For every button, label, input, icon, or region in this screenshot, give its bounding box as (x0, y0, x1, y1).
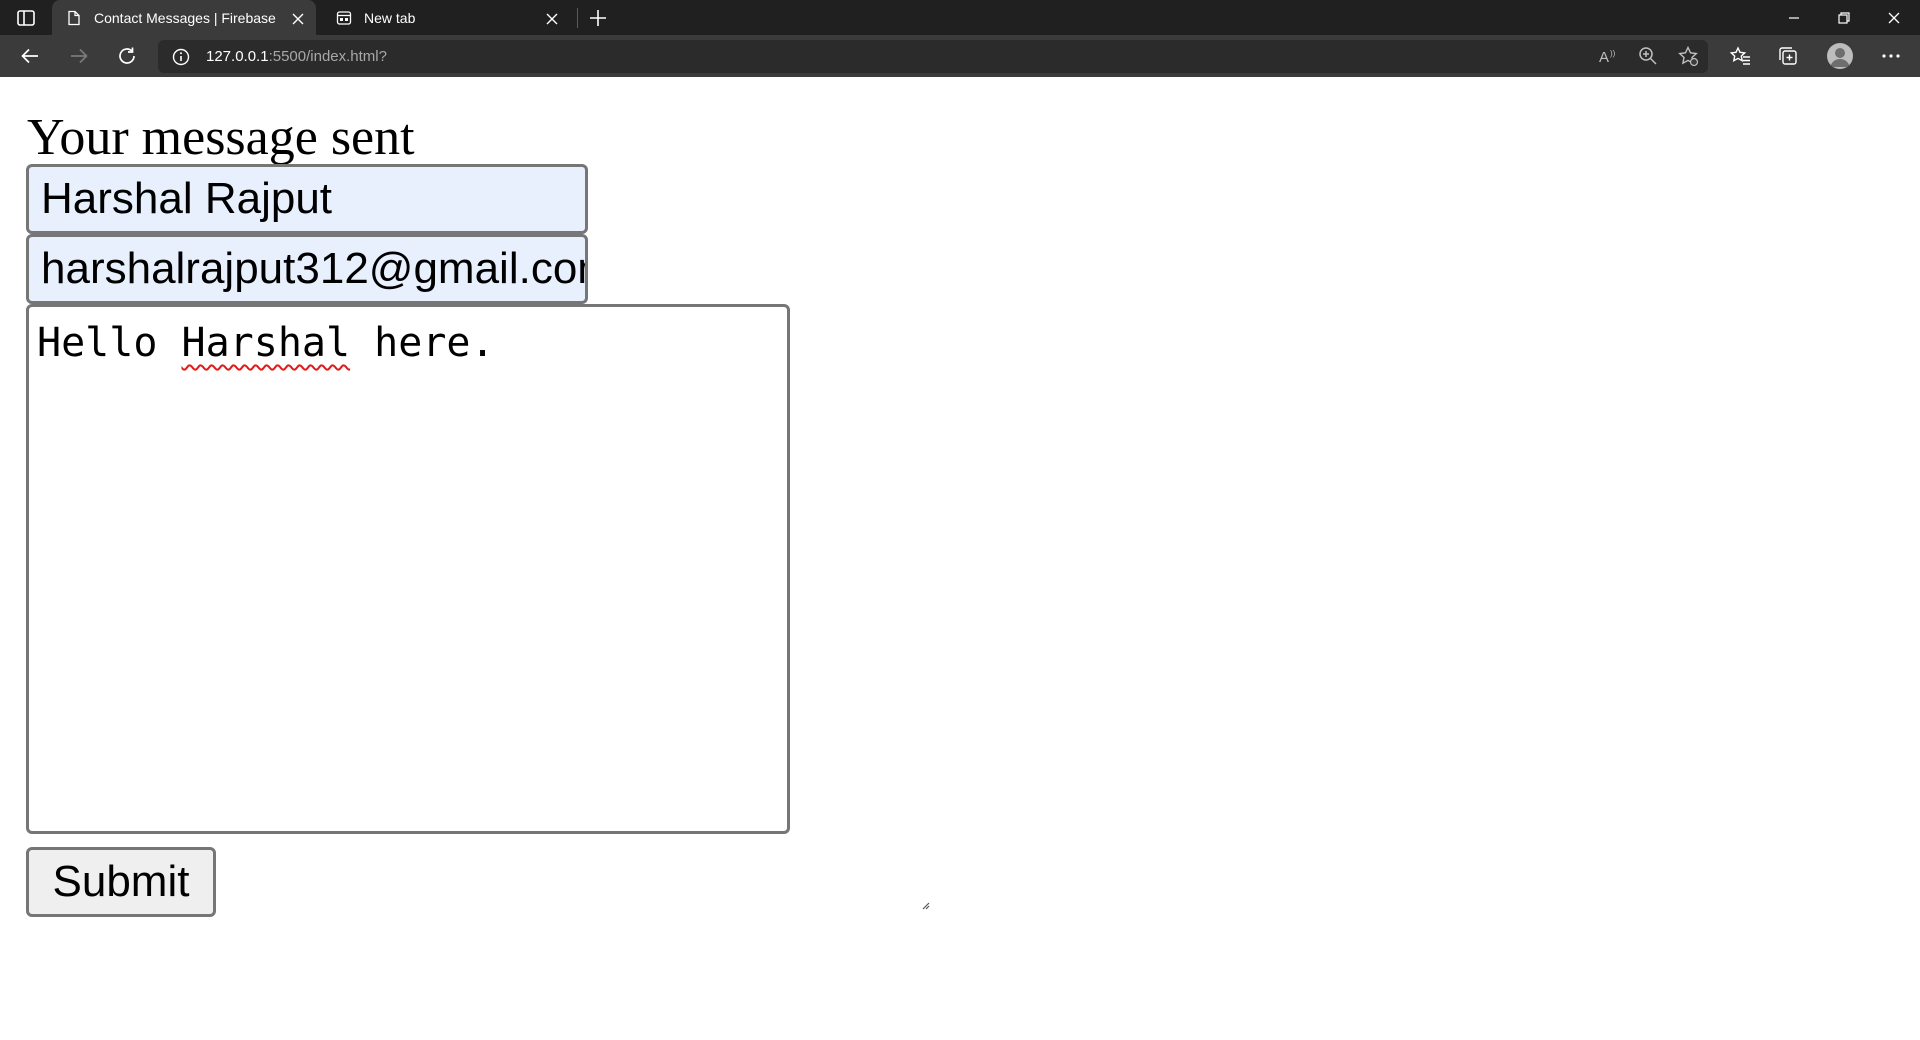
tab-contact-messages[interactable]: Contact Messages | Firebase (52, 0, 316, 35)
favorite-add-icon[interactable] (1677, 45, 1699, 67)
misspelled-word: Harshal (181, 320, 351, 366)
email-input[interactable]: harshalrajput312@gmail.com (26, 234, 588, 304)
url-path: :5500/index.html? (268, 48, 387, 65)
zoom-icon[interactable] (1637, 45, 1659, 67)
message-textarea[interactable]: Hello Harshal here. (26, 304, 929, 910)
close-tab-icon[interactable] (292, 12, 304, 24)
page-icon (66, 10, 82, 26)
url-host: 127.0.0.1 (206, 48, 269, 65)
svg-text:)): )) (1610, 49, 1616, 58)
message-text-start: Hello (37, 320, 182, 366)
more-menu-icon[interactable] (1880, 45, 1902, 67)
tab-title: Contact Messages | Firebase (94, 9, 276, 26)
tab-divider (577, 8, 578, 28)
address-bar[interactable]: 127.0.0.1:5500/index.html? (158, 40, 1708, 73)
back-arrow-icon[interactable] (19, 45, 41, 67)
tab-new-tab[interactable]: New tab (322, 0, 570, 35)
submit-button[interactable]: Submit (26, 847, 216, 917)
reload-icon[interactable] (116, 45, 138, 67)
page-content: Your message sent Harshal Rajput harshal… (0, 77, 1920, 1040)
message-text-end: here. (350, 320, 495, 366)
tab-title: New tab (364, 9, 416, 26)
close-tab-icon[interactable] (546, 12, 558, 24)
resize-grip-icon[interactable] (775, 819, 929, 910)
site-info-icon[interactable] (172, 48, 190, 66)
close-window-icon[interactable] (1886, 10, 1902, 26)
name-input[interactable]: Harshal Rajput (26, 164, 588, 234)
favorites-icon[interactable] (1729, 45, 1751, 67)
svg-text:A: A (1599, 49, 1609, 66)
forward-arrow-icon[interactable] (68, 45, 90, 67)
tab-strip: Contact Messages | Firebase New tab (0, 0, 1920, 35)
new-tab-page-icon (336, 10, 352, 26)
profile-avatar[interactable] (1827, 43, 1853, 69)
address-url[interactable]: 127.0.0.1:5500/index.html? (206, 47, 387, 66)
read-aloud-icon[interactable]: A)) (1597, 45, 1619, 67)
page-heading: Your message sent (27, 109, 415, 166)
new-tab-plus-icon[interactable] (588, 8, 608, 28)
sidebar-toggle-icon[interactable] (14, 8, 38, 28)
restore-icon[interactable] (1836, 10, 1852, 26)
minimize-icon[interactable] (1786, 10, 1802, 26)
collections-icon[interactable] (1777, 45, 1799, 67)
